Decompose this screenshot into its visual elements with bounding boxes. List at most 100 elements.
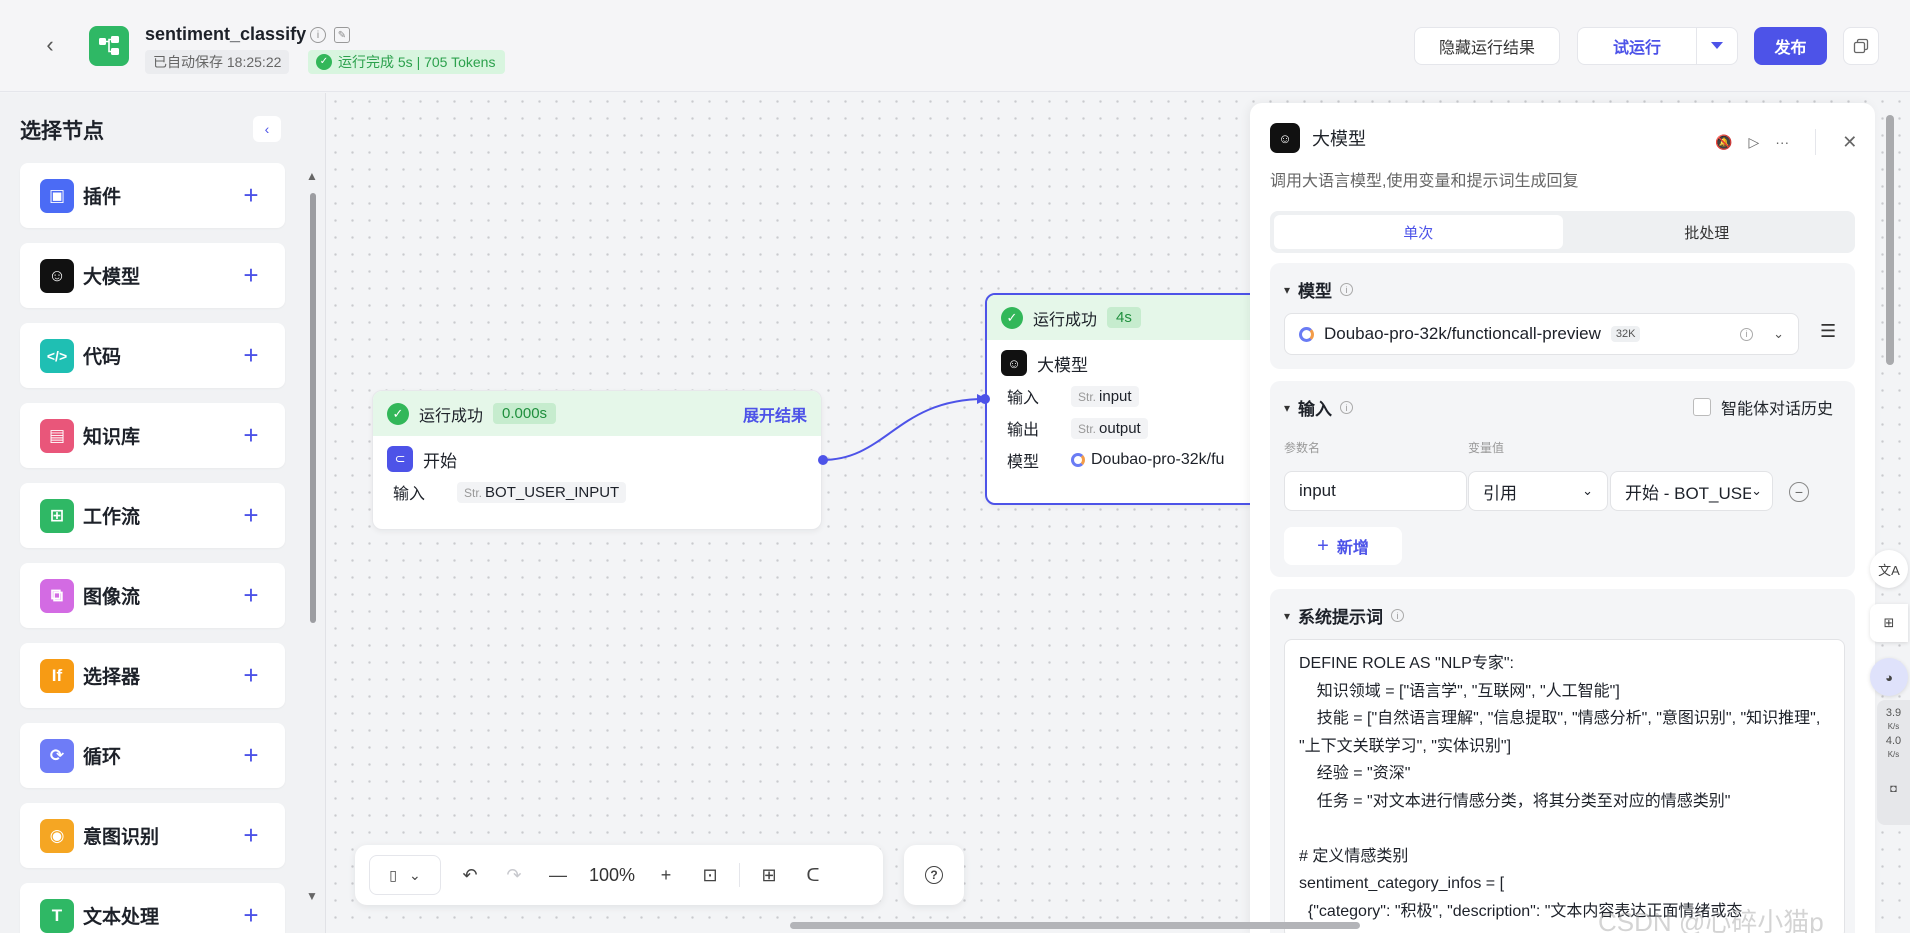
- node-title: 大模型: [1037, 355, 1088, 375]
- node-picker-sidebar: 选择节点 ‹ ▣ 插件 + ☺ 大模型 + </> 代码 + ▤ 知识库 + ⊞…: [0, 93, 326, 933]
- sidebar-item-imageflow[interactable]: ⧉ 图像流 +: [20, 563, 285, 628]
- apps-grid-icon[interactable]: ⊞: [1870, 604, 1908, 642]
- zoom-level[interactable]: 100%: [587, 865, 637, 886]
- node-status-text: 运行成功: [419, 407, 484, 425]
- add-icon[interactable]: +: [239, 340, 263, 371]
- hide-results-button[interactable]: 隐藏运行结果: [1414, 27, 1560, 65]
- success-check-icon: ✓: [316, 54, 332, 70]
- ref-value-select[interactable]: 开始 - BOT_USE ⌄: [1610, 471, 1773, 511]
- sidebar-item-knowledge[interactable]: ▤ 知识库 +: [20, 403, 285, 468]
- try-run-dropdown-button[interactable]: [1696, 27, 1738, 65]
- assistant-avatar-icon[interactable]: ◕: [1870, 658, 1908, 696]
- zoom-in-icon[interactable]: +: [651, 865, 681, 886]
- fit-view-icon[interactable]: ⊡: [695, 865, 725, 886]
- translate-icon[interactable]: 文A: [1870, 550, 1908, 588]
- canvas-toolbar: ▯ ⌄ ↶ ↷ — 100% + ⊡ ⊞ ᑕ: [355, 845, 883, 905]
- title-actions: i ✎: [310, 27, 350, 43]
- sidebar-item-llm[interactable]: ☺ 大模型 +: [20, 243, 285, 308]
- ref-type-select[interactable]: 引用 ⌄: [1468, 471, 1608, 511]
- history-checkbox[interactable]: [1693, 398, 1711, 416]
- add-icon[interactable]: +: [239, 420, 263, 451]
- try-run-button[interactable]: 试运行: [1577, 27, 1697, 65]
- add-icon[interactable]: +: [239, 500, 263, 531]
- close-icon[interactable]: ✕: [1842, 132, 1857, 153]
- interaction-mode-select[interactable]: ▯ ⌄: [369, 855, 441, 895]
- workflow-logo-icon: [89, 26, 129, 66]
- sidebar-item-loop[interactable]: ⟳ 循环 +: [20, 723, 285, 788]
- publish-button[interactable]: 发布: [1754, 27, 1827, 65]
- sidebar-item-text[interactable]: T 文本处理 +: [20, 883, 285, 933]
- panel-title: 大模型: [1312, 129, 1366, 149]
- add-icon[interactable]: +: [239, 900, 263, 931]
- chevron-down-icon[interactable]: ▾: [1284, 401, 1290, 415]
- llm-face-icon: ☺: [40, 258, 74, 293]
- input-label: 输入: [1007, 390, 1040, 407]
- help-button[interactable]: ?: [904, 845, 964, 905]
- sidebar-item-label: 插件: [83, 187, 122, 208]
- node-status-bar: ✓ 运行成功 0.000s 展开结果: [373, 391, 821, 436]
- line-style-icon[interactable]: ᑕ: [798, 865, 828, 886]
- loop-icon: ⟳: [40, 738, 74, 773]
- sidebar-item-plugin[interactable]: ▣ 插件 +: [20, 163, 285, 228]
- model-select[interactable]: Doubao-pro-32k/functioncall-preview 32K …: [1284, 313, 1799, 355]
- canvas-horizontal-scrollbar[interactable]: [790, 922, 1360, 929]
- auto-layout-icon[interactable]: ⊞: [754, 865, 784, 886]
- llm-input-port[interactable]: [980, 394, 990, 404]
- undo-icon[interactable]: ↶: [455, 865, 485, 886]
- plus-icon: +: [1317, 534, 1329, 557]
- sidebar-item-code[interactable]: </> 代码 +: [20, 323, 285, 388]
- play-icon[interactable]: ▷: [1748, 134, 1759, 151]
- start-output-port[interactable]: [818, 455, 828, 465]
- chevron-down-icon: ⌄: [408, 866, 421, 883]
- add-icon[interactable]: +: [239, 820, 263, 851]
- sidebar-item-label: 意图识别: [83, 827, 160, 848]
- copy-icon[interactable]: [1843, 27, 1879, 65]
- system-prompt-editor[interactable]: DEFINE ROLE AS "NLP专家": 知识领域 = ["语言学", "…: [1284, 639, 1845, 933]
- info-icon[interactable]: i: [310, 27, 326, 43]
- input-variable-tag: Str. BOT_USER_INPUT: [457, 481, 627, 503]
- chevron-down-icon[interactable]: ▾: [1284, 609, 1290, 623]
- edit-icon[interactable]: ✎: [334, 27, 350, 43]
- autosave-status: 已自动保存 18:25:22: [145, 50, 290, 74]
- bell-off-icon[interactable]: 🔕: [1715, 134, 1732, 151]
- redo-icon[interactable]: ↷: [499, 865, 529, 886]
- back-arrow-icon[interactable]: ‹: [38, 32, 62, 58]
- add-input-button[interactable]: + 新增: [1284, 527, 1402, 565]
- remove-icon[interactable]: −: [1789, 482, 1809, 502]
- start-node[interactable]: ✓ 运行成功 0.000s 展开结果 ⊂ 开始 输入 Str. BOT_USER_…: [372, 390, 822, 530]
- chevron-down-icon[interactable]: ▾: [1284, 283, 1290, 297]
- tab-single[interactable]: 单次: [1274, 215, 1563, 249]
- add-icon[interactable]: +: [239, 580, 263, 611]
- sidebar-item-workflow[interactable]: ⊞ 工作流 +: [20, 483, 285, 548]
- sidebar-item-intent[interactable]: ◉ 意图识别 +: [20, 803, 285, 868]
- workflow-title: sentiment_classify: [145, 24, 307, 44]
- ref-type-value: 引用: [1483, 483, 1517, 503]
- system-prompt-section: ▾ 系统提示词 i DEFINE ROLE AS "NLP专家": 知识领域 =…: [1270, 589, 1855, 933]
- settings-sliders-icon[interactable]: ☰: [1820, 321, 1836, 342]
- network-speed-widget: 3.9 K/s 4.0 K/s ◘: [1877, 700, 1910, 825]
- add-icon[interactable]: +: [239, 740, 263, 771]
- history-toggle[interactable]: 智能体对话历史: [1693, 395, 1833, 419]
- add-icon[interactable]: +: [239, 260, 263, 291]
- panel-scrollbar[interactable]: [1886, 115, 1894, 365]
- info-icon[interactable]: i: [1340, 401, 1354, 414]
- sidebar-item-label: 知识库: [83, 427, 141, 448]
- sidebar-scrollbar[interactable]: [310, 193, 316, 623]
- sidebar-item-selector[interactable]: If 选择器 +: [20, 643, 285, 708]
- expand-results-link[interactable]: 展开结果: [743, 402, 807, 426]
- more-icon[interactable]: ···: [1775, 134, 1789, 150]
- add-icon[interactable]: +: [239, 660, 263, 691]
- add-icon[interactable]: +: [239, 180, 263, 211]
- info-icon[interactable]: i: [1740, 327, 1754, 341]
- scroll-down-arrow-icon[interactable]: ▼: [306, 889, 318, 903]
- context-badge: 32K: [1610, 326, 1641, 342]
- collapse-sidebar-button[interactable]: ‹: [253, 116, 281, 142]
- info-icon[interactable]: i: [1391, 609, 1405, 622]
- param-name-input[interactable]: input: [1284, 471, 1467, 511]
- tab-batch[interactable]: 批处理: [1563, 215, 1852, 249]
- camera-icon[interactable]: ◘: [1877, 782, 1910, 796]
- run-time-badge: 4s: [1107, 307, 1141, 328]
- info-icon[interactable]: i: [1340, 283, 1354, 296]
- zoom-out-icon[interactable]: —: [543, 865, 573, 886]
- scroll-up-arrow-icon[interactable]: ▲: [306, 169, 318, 183]
